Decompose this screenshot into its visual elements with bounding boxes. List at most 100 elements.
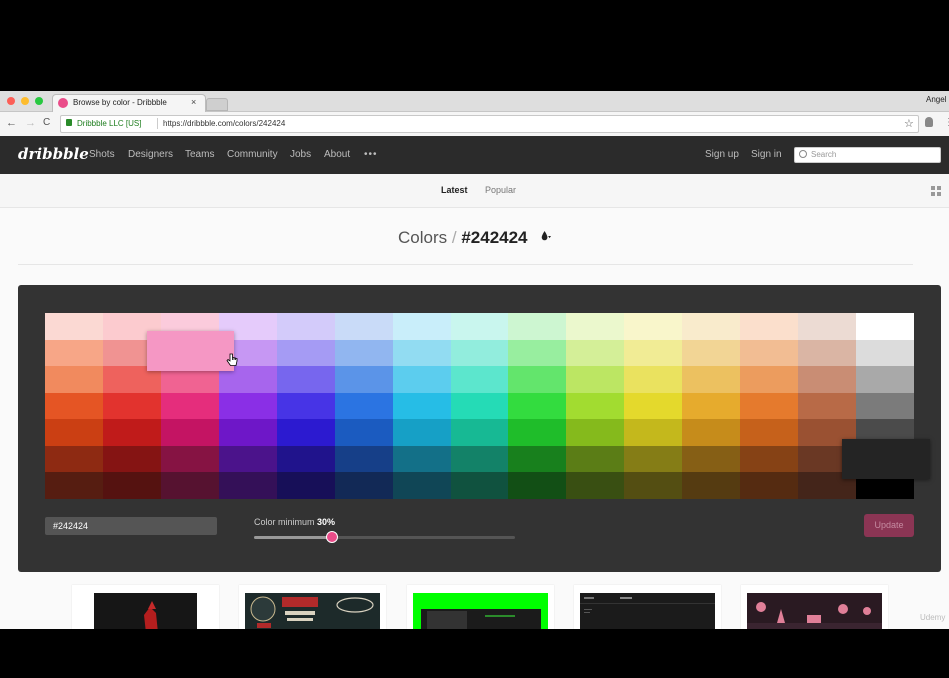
- color-swatch[interactable]: [566, 339, 625, 367]
- hex-color-input[interactable]: #242424: [45, 517, 217, 535]
- new-tab-button[interactable]: [206, 98, 228, 111]
- color-swatch[interactable]: [334, 313, 393, 340]
- color-swatch[interactable]: [218, 445, 277, 473]
- color-minimum-slider[interactable]: [254, 536, 515, 539]
- color-swatch[interactable]: [508, 472, 567, 499]
- color-swatch[interactable]: [160, 419, 219, 446]
- color-swatch[interactable]: [740, 339, 799, 367]
- color-swatch[interactable]: [276, 313, 335, 340]
- color-swatch[interactable]: [276, 392, 335, 420]
- title-prefix[interactable]: Colors: [398, 228, 447, 247]
- color-swatch[interactable]: [392, 419, 451, 446]
- color-swatch[interactable]: [682, 392, 741, 420]
- browser-tab[interactable]: Browse by color - Dribbble ×: [52, 94, 206, 112]
- color-swatch[interactable]: [740, 472, 799, 499]
- color-swatch[interactable]: [218, 472, 277, 499]
- color-swatch[interactable]: [450, 445, 509, 473]
- more-menu-icon[interactable]: •••: [364, 149, 378, 160]
- extension-icon[interactable]: [925, 117, 933, 127]
- color-swatch[interactable]: [798, 339, 857, 367]
- color-swatch[interactable]: [392, 392, 451, 420]
- back-icon[interactable]: ←: [6, 117, 17, 129]
- color-swatch[interactable]: [334, 392, 393, 420]
- color-swatch[interactable]: [218, 392, 277, 420]
- color-swatch[interactable]: [45, 313, 103, 340]
- zoom-window-icon[interactable]: [35, 97, 43, 105]
- search-input[interactable]: Search: [794, 147, 941, 163]
- color-swatch[interactable]: [392, 445, 451, 473]
- color-swatch[interactable]: [45, 419, 103, 446]
- color-swatch[interactable]: [102, 445, 161, 473]
- tab-popular[interactable]: Popular: [485, 185, 516, 195]
- reload-icon[interactable]: C: [43, 117, 50, 128]
- shot-image[interactable]: [580, 593, 715, 629]
- color-swatch[interactable]: [276, 339, 335, 367]
- color-swatch[interactable]: [624, 472, 683, 499]
- color-swatch[interactable]: [682, 472, 741, 499]
- dribbble-logo[interactable]: dribbble: [18, 145, 89, 163]
- update-button[interactable]: Update: [864, 514, 914, 537]
- grid-view-icon[interactable]: [931, 186, 941, 196]
- shot-image[interactable]: [245, 593, 380, 629]
- color-swatch[interactable]: [740, 313, 799, 340]
- color-swatch[interactable]: [450, 392, 509, 420]
- minimize-window-icon[interactable]: [21, 97, 29, 105]
- nav-designers[interactable]: Designers: [128, 149, 173, 160]
- color-swatch[interactable]: [392, 339, 451, 367]
- color-swatch[interactable]: [682, 419, 741, 446]
- color-swatch[interactable]: [740, 366, 799, 393]
- sign-in-link[interactable]: Sign in: [751, 149, 782, 160]
- color-swatch[interactable]: [566, 445, 625, 473]
- color-swatch[interactable]: [45, 339, 103, 367]
- color-swatch[interactable]: [276, 472, 335, 499]
- color-swatch[interactable]: [798, 313, 857, 340]
- sign-up-link[interactable]: Sign up: [705, 149, 739, 160]
- color-swatch[interactable]: [102, 392, 161, 420]
- color-swatch[interactable]: [682, 313, 741, 340]
- color-swatch[interactable]: [566, 366, 625, 393]
- color-swatch[interactable]: [798, 366, 857, 393]
- color-swatch[interactable]: [218, 419, 277, 446]
- color-swatch[interactable]: [160, 392, 219, 420]
- color-swatch[interactable]: [45, 472, 103, 499]
- color-swatch[interactable]: [740, 392, 799, 420]
- color-swatch[interactable]: [624, 392, 683, 420]
- color-swatch[interactable]: [392, 366, 451, 393]
- bookmark-star-icon[interactable]: ☆: [904, 117, 914, 130]
- color-swatch[interactable]: [624, 313, 683, 340]
- color-swatch[interactable]: [102, 472, 161, 499]
- color-swatch[interactable]: [566, 419, 625, 446]
- color-swatch[interactable]: [276, 419, 335, 446]
- slider-handle[interactable]: [326, 531, 338, 543]
- color-swatch[interactable]: [160, 445, 219, 473]
- shot-image[interactable]: [94, 593, 197, 629]
- color-swatch[interactable]: [798, 392, 857, 420]
- color-swatch[interactable]: [334, 366, 393, 393]
- color-swatch[interactable]: [624, 419, 683, 446]
- color-swatch[interactable]: [624, 445, 683, 473]
- url-text[interactable]: https://dribbble.com/colors/242424: [163, 119, 285, 128]
- color-swatch[interactable]: [45, 366, 103, 393]
- color-swatch[interactable]: [45, 392, 103, 420]
- tab-latest[interactable]: Latest: [441, 185, 468, 195]
- color-swatch[interactable]: [334, 445, 393, 473]
- color-swatch[interactable]: [392, 313, 451, 340]
- color-swatch[interactable]: [566, 472, 625, 499]
- hovered-swatch[interactable]: [147, 331, 234, 371]
- color-swatch[interactable]: [682, 339, 741, 367]
- color-swatch[interactable]: [334, 419, 393, 446]
- nav-shots[interactable]: Shots: [89, 149, 115, 160]
- shot-image[interactable]: [413, 593, 548, 629]
- nav-jobs[interactable]: Jobs: [290, 149, 311, 160]
- color-swatch[interactable]: [624, 339, 683, 367]
- color-swatch[interactable]: [450, 339, 509, 367]
- shot-card[interactable]: [741, 585, 888, 629]
- color-swatch[interactable]: [334, 339, 393, 367]
- color-swatch[interactable]: [624, 366, 683, 393]
- color-swatch[interactable]: [566, 392, 625, 420]
- color-swatch[interactable]: [334, 472, 393, 499]
- color-swatch[interactable]: [160, 472, 219, 499]
- color-swatch[interactable]: [102, 419, 161, 446]
- color-swatch[interactable]: [508, 445, 567, 473]
- nav-community[interactable]: Community: [227, 149, 278, 160]
